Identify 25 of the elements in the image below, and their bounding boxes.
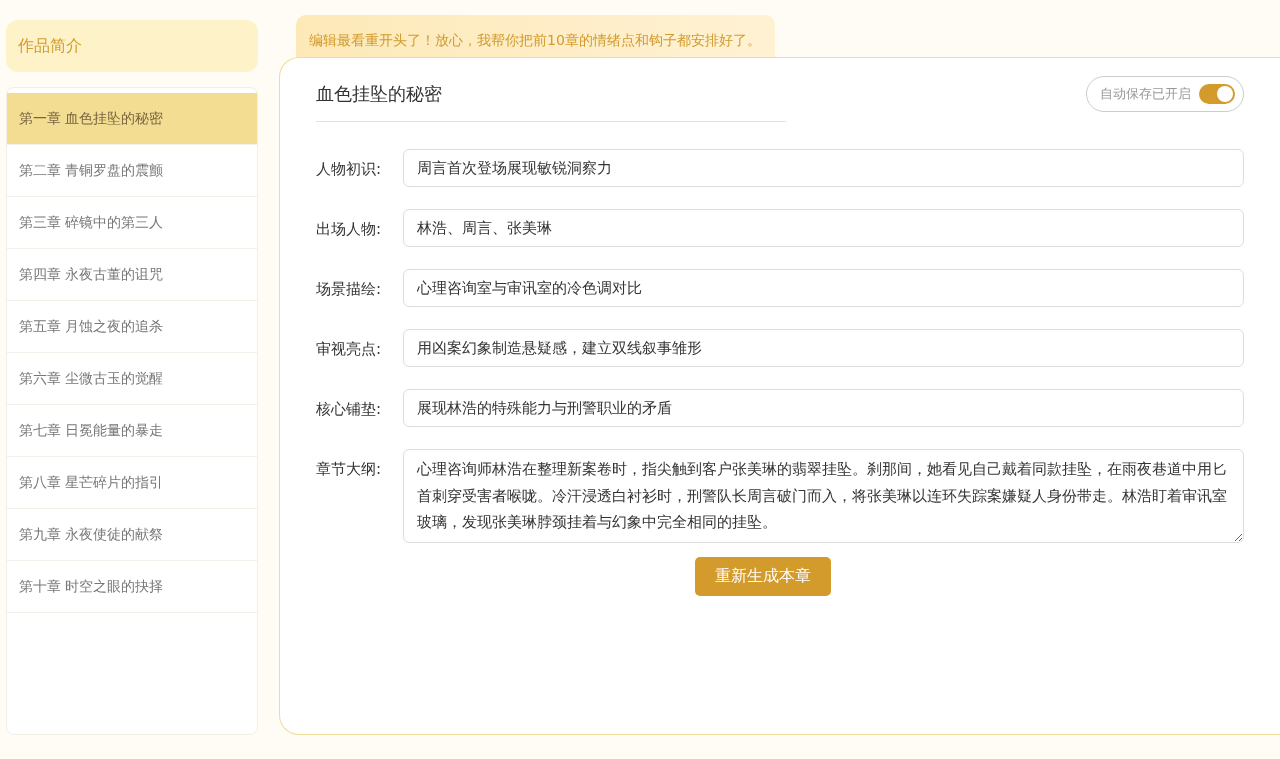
chapter-item[interactable]: 第六章 尘微古玉的觉醒 <box>7 353 257 405</box>
chapter-item[interactable]: 第七章 日冕能量的暴走 <box>7 405 257 457</box>
chapter-item[interactable]: 第三章 碎镜中的第三人 <box>7 197 257 249</box>
chapter-item[interactable]: 第九章 永夜使徒的献祭 <box>7 509 257 561</box>
regenerate-button[interactable]: 重新生成本章 <box>695 557 831 596</box>
input-field[interactable]: 周言首次登场展现敏锐洞察力 <box>403 149 1244 187</box>
input-field[interactable]: 心理咨询室与审讯室的冷色调对比 <box>403 269 1244 307</box>
chapter-item[interactable]: 第二章 青铜罗盘的震颤 <box>7 145 257 197</box>
input-field[interactable]: 展现林浩的特殊能力与刑警职业的矛盾 <box>403 389 1244 427</box>
field-label: 出场人物: <box>316 219 383 240</box>
chapter-item[interactable]: 第八章 星芒碎片的指引 <box>7 457 257 509</box>
input-field[interactable]: 用凶案幻象制造悬疑感，建立双线叙事雏形 <box>403 329 1244 367</box>
chapter-item[interactable]: 第一章 血色挂坠的秘密 <box>7 93 257 145</box>
field-label: 章节大纲: <box>316 459 383 480</box>
field-label: 审视亮点: <box>316 339 383 360</box>
field-label: 场景描绘: <box>316 279 383 300</box>
field-label: 核心铺垫: <box>316 399 383 420</box>
chapter-item[interactable]: 第四章 永夜古董的诅咒 <box>7 249 257 301</box>
chapter-title: 血色挂坠的秘密 <box>316 82 442 106</box>
chapter-item[interactable]: 第十章 时空之眼的抉择 <box>7 561 257 613</box>
field-label: 人物初识: <box>316 159 383 180</box>
input-field[interactable]: 林浩、周言、张美琳 <box>403 209 1244 247</box>
chapter-item[interactable]: 第五章 月蚀之夜的追杀 <box>7 301 257 353</box>
switch-icon[interactable] <box>1199 84 1235 104</box>
outline-text-area[interactable]: 心理咨询师林浩在整理新案卷时，指尖触到客户张美琳的翡翠挂坠。刹那间，她看见自己戴着同款挂坠，在雨夜巷道中用匕首刺穿受害者喉咙。冷汗浸透白衬衫时，刑警队长周言破门而入，将张美琳以连环失踪案嫌疑人身份带走。林浩盯着审讯室玻璃，发现张美琳脖颈挂着与幻象中完全相同的挂坠。 <box>403 449 1244 543</box>
